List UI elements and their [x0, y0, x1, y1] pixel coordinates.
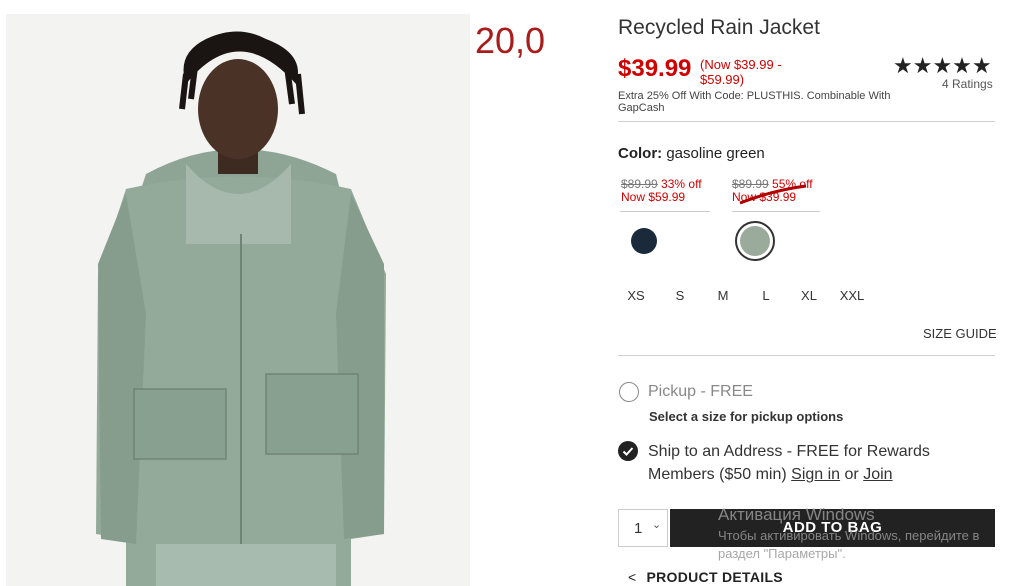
windows-activation-watermark: Активация Windows Чтобы активировать Win… [718, 505, 1011, 563]
product-price: $39.99 [618, 55, 692, 82]
join-link[interactable]: Join [863, 466, 892, 483]
watermark-title: Активация Windows [718, 505, 875, 524]
sign-in-link[interactable]: Sign in [791, 466, 840, 483]
swatch-gasoline-green[interactable] [735, 221, 775, 261]
quantity-select[interactable]: 1 ⌄ [618, 509, 668, 547]
pickup-sub: Select a size for pickup options [649, 409, 844, 424]
product-image[interactable] [6, 14, 470, 586]
divider [618, 355, 995, 356]
swatch-fill [740, 226, 770, 256]
pickup-label: Pickup - FREE [648, 383, 753, 400]
size-xl[interactable]: XL [789, 288, 829, 303]
product-details-label: PRODUCT DETAILS [646, 569, 783, 585]
rating-count[interactable]: 4 Ratings [942, 77, 993, 91]
product-details-toggle[interactable]: < PRODUCT DETAILS [628, 569, 783, 585]
jacket-photo [6, 14, 470, 586]
now-price: Now $59.99 [621, 190, 686, 204]
promo-text: Extra 25% Off With Code: PLUSTHIS. Combi… [618, 90, 891, 114]
swatch-underline [732, 211, 820, 212]
color-label: Color: [618, 145, 663, 162]
original-price: $89.99 [621, 177, 658, 191]
rating-stars-icon[interactable]: ★★★★★ [893, 53, 992, 79]
strike-mark [739, 184, 807, 205]
color-value: gasoline green [666, 145, 765, 162]
size-xs[interactable]: XS [616, 288, 656, 303]
swatch-price-1: $89.99 33% off Now $59.99 [621, 178, 702, 204]
ship-option-text: Ship to an Address - FREE for Rewards Me… [648, 440, 978, 486]
discount: 33% off [661, 177, 702, 191]
size-l[interactable]: L [746, 288, 786, 303]
overlay-number: 20,0 [475, 20, 546, 61]
size-guide-link[interactable]: SIZE GUIDE [923, 326, 997, 341]
watermark-line: Чтобы активировать Windows, перейдите в … [718, 528, 980, 561]
size-m[interactable]: M [703, 288, 743, 303]
check-icon [622, 447, 634, 456]
color-row: Color: gasoline green [618, 145, 765, 162]
swatch-underline [620, 211, 710, 212]
pickup-radio[interactable] [619, 382, 639, 402]
ship-radio-checked-icon[interactable] [618, 441, 638, 461]
product-title: Recycled Rain Jacket [618, 16, 820, 39]
chevron-left-icon: < [628, 569, 637, 585]
price-range: (Now $39.99 - $59.99) [700, 57, 782, 87]
chevron-down-icon: ⌄ [652, 519, 662, 531]
size-s[interactable]: S [660, 288, 700, 303]
or-text: or [840, 466, 864, 483]
divider [618, 121, 995, 122]
size-xxl[interactable]: XXL [832, 288, 872, 303]
quantity-value: 1 [634, 520, 643, 537]
swatch-navy[interactable] [631, 228, 657, 254]
